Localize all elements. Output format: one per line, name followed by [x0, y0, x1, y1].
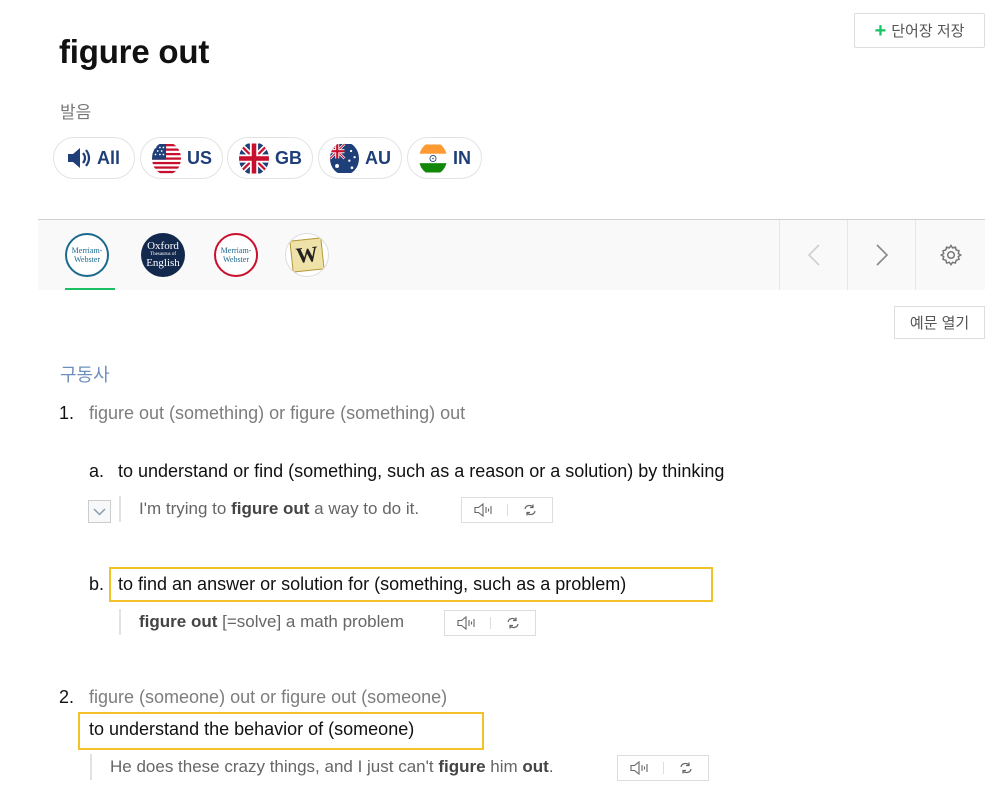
logo-line: Webster	[222, 255, 249, 264]
example-bar	[90, 754, 92, 780]
play-example-button[interactable]	[462, 498, 507, 522]
pronounce-all-label: All	[97, 147, 121, 168]
wordsmyth-logo: W	[289, 237, 325, 273]
merriam-webster-logo: Merriam- Webster	[72, 246, 103, 264]
logo-line: Merriam-	[220, 246, 252, 255]
example-bar	[119, 609, 121, 635]
save-to-wordbook-label: 단어장 저장	[891, 23, 965, 40]
definition-text: to understand or find (something, such a…	[118, 461, 725, 481]
merriam-webster-logo: Merriam- Webster	[221, 246, 252, 264]
example-text: a way to do it.	[309, 499, 420, 518]
example-sentence: I'm trying to figure out a way to do it.	[139, 499, 419, 519]
chevron-down-icon	[93, 507, 106, 516]
repeat-example-button[interactable]	[508, 498, 553, 522]
pronounce-in-label: IN	[453, 147, 471, 168]
au-flag-icon	[330, 142, 359, 173]
example-audio-controls	[617, 755, 709, 781]
example-text: [=solve] a math problem	[217, 612, 405, 631]
us-flag-icon	[152, 143, 181, 173]
oxford-logo: Oxford Thesaurus of English	[146, 241, 180, 269]
example-audio-controls	[444, 610, 536, 636]
pronounce-au-button[interactable]: AU	[318, 137, 402, 179]
sense-number: 1.	[59, 403, 75, 423]
repeat-example-button[interactable]	[491, 611, 536, 635]
dictionary-settings-button[interactable]	[915, 220, 986, 290]
example-text: him	[485, 757, 523, 776]
pronounce-us-button[interactable]: US	[140, 137, 223, 179]
chevron-left-icon	[807, 244, 820, 266]
entry-title: figure out	[59, 33, 210, 70]
play-example-button[interactable]	[445, 611, 490, 635]
pronounce-us-label: US	[186, 147, 212, 168]
plus-icon: +	[874, 19, 887, 42]
example-bar	[119, 496, 121, 522]
pronounce-gb-button[interactable]: GB	[227, 137, 313, 179]
logo-line: Oxford	[147, 240, 179, 252]
example-keyword: out	[522, 757, 549, 776]
dict-tab-merriam-webster[interactable]: Merriam- Webster	[65, 233, 109, 277]
example-keyword: figure	[438, 757, 486, 776]
repeat-icon	[680, 762, 692, 774]
dict-tab-oxford-thesaurus[interactable]: Oxford Thesaurus of English	[141, 233, 185, 277]
subsense-letter: b.	[89, 574, 105, 594]
play-example-button[interactable]	[618, 756, 663, 780]
speaker-icon	[457, 616, 475, 630]
speaker-icon	[630, 761, 648, 775]
example-keyword: figure out	[139, 612, 218, 631]
sense-number: 2.	[59, 687, 75, 707]
dict-tab-merriam-webster-alt[interactable]: Merriam- Webster	[214, 233, 258, 277]
expand-examples-button[interactable]	[88, 500, 111, 523]
save-to-wordbook-button[interactable]: + 단어장 저장	[854, 13, 985, 48]
prev-dictionary-button[interactable]	[779, 220, 848, 290]
pronounce-in-button[interactable]: IN	[407, 137, 482, 179]
pronounce-all-button[interactable]: All	[53, 137, 135, 179]
sense-phrase: figure (someone) out or figure out (some…	[89, 687, 448, 707]
example-keyword: figure out	[231, 499, 310, 518]
speaker-icon	[68, 148, 91, 168]
gb-flag-icon	[239, 141, 269, 175]
example-text: He does these crazy things, and I just c…	[110, 757, 439, 776]
logo-line: Webster	[73, 255, 100, 264]
example-text: .	[548, 757, 554, 776]
pronunciation-label: 발음	[60, 103, 92, 122]
logo-line: Merriam-	[71, 246, 103, 255]
example-sentence: figure out [=solve] a math problem	[139, 612, 404, 632]
in-flag-icon	[419, 144, 447, 172]
gear-icon	[939, 244, 963, 267]
logo-line: English	[146, 257, 180, 269]
repeat-icon	[524, 504, 536, 516]
subsense-letter: a.	[89, 461, 105, 481]
repeat-example-button[interactable]	[664, 756, 709, 780]
chevron-right-icon	[876, 244, 889, 266]
part-of-speech: 구동사	[60, 365, 110, 385]
example-sentence: He does these crazy things, and I just c…	[110, 757, 554, 777]
dict-tab-wordsmyth[interactable]: W	[285, 233, 329, 277]
active-tab-indicator	[65, 288, 115, 290]
example-text: I'm trying to	[139, 499, 232, 518]
definition-text: to find an answer or solution for (somet…	[118, 574, 627, 594]
example-audio-controls	[461, 497, 553, 523]
repeat-icon	[507, 617, 519, 629]
open-examples-button[interactable]: 예문 열기	[894, 306, 985, 339]
next-dictionary-button[interactable]	[847, 220, 916, 290]
sense-phrase: figure out (something) or figure (someth…	[89, 403, 466, 423]
pronounce-gb-label: GB	[275, 147, 302, 168]
speaker-icon	[474, 503, 492, 517]
definition-text: to understand the behavior of (someone)	[89, 719, 415, 739]
pronounce-au-label: AU	[365, 147, 391, 168]
